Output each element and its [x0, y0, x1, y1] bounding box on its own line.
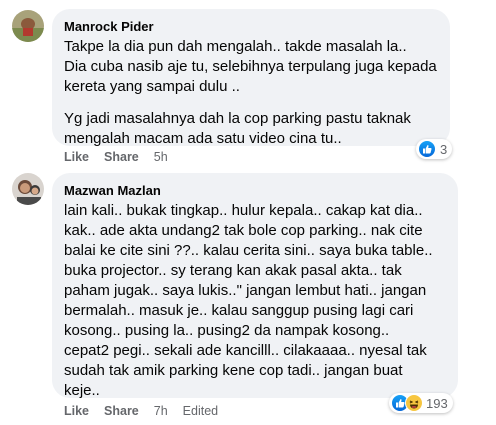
comment-actions: Like Share 7h Edited [64, 403, 233, 419]
avatar[interactable] [12, 10, 44, 42]
comment-text: lain kali.. bukak tingkap.. hulur kepala… [64, 202, 433, 399]
comment-author[interactable]: Mazwan Mazlan [64, 182, 446, 199]
share-button[interactable]: Share [104, 403, 139, 419]
comment-1: Manrock Pider Takpe la dia pun dah menga… [0, 0, 496, 170]
like-button[interactable]: Like [64, 149, 89, 165]
timestamp[interactable]: 7h [154, 403, 168, 419]
comment-bubble: Mazwan Mazlan lain kali.. bukak tingkap.… [52, 173, 458, 399]
like-button[interactable]: Like [64, 403, 89, 419]
comment-actions: Like Share 5h [64, 149, 183, 165]
avatar[interactable] [12, 173, 44, 205]
comment-author[interactable]: Manrock Pider [64, 18, 438, 35]
reaction-count: 3 [440, 141, 448, 157]
comment-text: Yg jadi masalahnya dah la cop parking pa… [64, 110, 411, 147]
reaction-count: 193 [426, 395, 448, 411]
comment-text: Takpe la dia pun dah mengalah.. takde ma… [64, 38, 437, 95]
like-reaction-icon [418, 140, 436, 158]
avatar-image [12, 10, 44, 42]
share-button[interactable]: Share [104, 149, 139, 165]
reaction-summary[interactable]: 3 [416, 139, 453, 159]
reaction-summary[interactable]: 193 [389, 393, 453, 413]
timestamp[interactable]: 5h [154, 149, 168, 165]
comment-bubble: Manrock Pider Takpe la dia pun dah menga… [52, 9, 450, 147]
avatar-image [12, 173, 44, 205]
haha-reaction-icon [405, 394, 423, 412]
comment-2: Mazwan Mazlan lain kali.. bukak tingkap.… [0, 170, 496, 425]
edited-label[interactable]: Edited [183, 403, 218, 419]
